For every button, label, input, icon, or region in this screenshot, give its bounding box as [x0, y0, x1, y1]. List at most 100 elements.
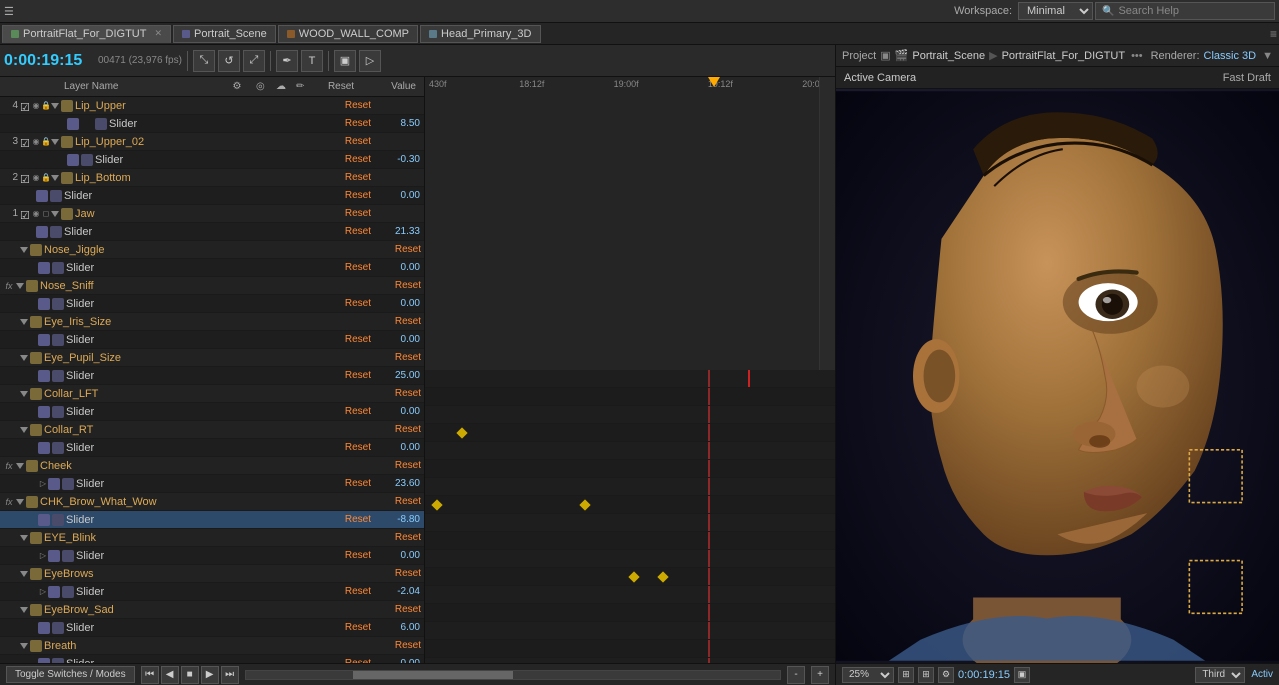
timeline-scrollbar[interactable] [245, 670, 781, 680]
search-box[interactable]: 🔍 Search Help [1095, 2, 1275, 20]
solo-btn[interactable]: ◉ [31, 101, 41, 111]
play-btn[interactable]: ▶ [201, 666, 219, 684]
expand-btn[interactable] [51, 103, 59, 109]
reset-btn[interactable]: Reset [342, 118, 374, 129]
expand-btn[interactable] [51, 211, 59, 217]
expand-btn[interactable] [51, 175, 59, 181]
expand-btn[interactable] [20, 319, 28, 325]
reset-btn[interactable]: Reset [342, 190, 374, 201]
layer-row: 3 ☑ ◉ 🔒 Lip_Upper_02 Reset [0, 133, 424, 151]
lock-btn[interactable]: 🔒 [41, 173, 51, 183]
expand-btn[interactable] [16, 463, 24, 469]
zoom-out-btn[interactable]: - [787, 666, 805, 684]
solo-btn[interactable]: ◉ [31, 209, 41, 219]
reset-btn[interactable]: Reset [342, 406, 374, 417]
keyframe[interactable] [579, 499, 590, 510]
keyframe[interactable] [657, 571, 668, 582]
expand-btn[interactable] [20, 247, 28, 253]
expand-btn[interactable] [20, 571, 28, 577]
stop-btn[interactable]: ■ [181, 666, 199, 684]
preview-btn[interactable]: ▷ [359, 50, 381, 72]
layer-row-selected[interactable]: Slider Reset -8.80 [0, 511, 424, 529]
reset-btn[interactable]: Reset [392, 496, 424, 507]
tab-wood-wall[interactable]: WOOD_WALL_COMP [278, 25, 418, 43]
zoom-in-btn[interactable]: + [811, 666, 829, 684]
solo-btn[interactable]: ◉ [31, 173, 41, 183]
reset-btn[interactable]: Reset [392, 460, 424, 471]
view-select[interactable]: Third Front Side [1195, 667, 1245, 683]
reset-btn[interactable]: Reset [392, 280, 424, 291]
reset-btn[interactable]: Reset [342, 478, 374, 489]
reset-btn[interactable]: Reset [342, 298, 374, 309]
tab-close-0[interactable]: ✕ [154, 28, 162, 39]
reset-btn[interactable]: Reset [392, 388, 424, 399]
expand-btn[interactable] [20, 391, 28, 397]
tab-portraitflat[interactable]: PortraitFlat_For_DIGTUT ✕ [2, 25, 171, 43]
expand-btn[interactable] [20, 643, 28, 649]
reset-btn[interactable]: Reset [392, 244, 424, 255]
comp-breadcrumb-2[interactable]: PortraitFlat_For_DIGTUT [1002, 50, 1125, 62]
reset-btn[interactable]: Reset [342, 514, 374, 525]
workspace-select[interactable]: Minimal Standard [1018, 2, 1093, 20]
reset-btn[interactable]: Reset [342, 154, 374, 165]
reset-btn[interactable]: Reset [342, 136, 374, 147]
renderer-menu-icon[interactable]: ▼ [1262, 50, 1273, 62]
reset-btn[interactable]: Reset [392, 640, 424, 651]
render-btn[interactable]: ▣ [334, 50, 356, 72]
expand-btn[interactable] [16, 499, 24, 505]
pen-tool[interactable]: ✒ [276, 50, 298, 72]
reset-btn[interactable]: Reset [392, 424, 424, 435]
reset-btn[interactable]: Reset [342, 100, 374, 111]
keyframe[interactable] [456, 427, 467, 438]
active-camera-label: Active Camera [844, 72, 916, 84]
reset-btn[interactable]: Reset [342, 172, 374, 183]
reset-btn[interactable]: Reset [392, 568, 424, 579]
expand-btn[interactable] [51, 139, 59, 145]
reset-btn[interactable]: Reset [342, 370, 374, 381]
scale-tool[interactable]: ⤢ [243, 50, 265, 72]
comp-menu-btn[interactable]: ••• [1131, 50, 1143, 62]
solo-btn[interactable]: ◉ [31, 137, 41, 147]
tab-portrait-scene[interactable]: Portrait_Scene [173, 25, 276, 43]
expand-btn[interactable] [20, 427, 28, 433]
reset-btn[interactable]: Reset [392, 316, 424, 327]
reset-btn[interactable]: Reset [342, 550, 374, 561]
lock-btn[interactable]: ◻ [41, 209, 51, 219]
render-preview-btn[interactable]: ▣ [1014, 667, 1030, 683]
scrollbar-thumb[interactable] [353, 671, 513, 679]
reset-btn[interactable]: Reset [342, 262, 374, 273]
reset-btn[interactable]: Reset [342, 622, 374, 633]
toggle-modes-btn[interactable]: Toggle Switches / Modes [6, 666, 135, 683]
zoom-fit-btn[interactable]: ⊞ [898, 667, 914, 683]
tab-head-primary[interactable]: Head_Primary_3D [420, 25, 540, 43]
zoom-select[interactable]: 25% 50% 100% [842, 667, 894, 683]
panel-menu-icon[interactable]: ≡ [1270, 27, 1277, 41]
lock-btn[interactable]: 🔒 [41, 101, 51, 111]
lock-btn[interactable]: 🔒 [41, 137, 51, 147]
expand-btn[interactable] [20, 535, 28, 541]
text-tool[interactable]: T [301, 50, 323, 72]
reset-btn[interactable]: Reset [342, 208, 374, 219]
expand-btn[interactable] [16, 283, 24, 289]
rotate-tool[interactable]: ↺ [218, 50, 240, 72]
next-frame-btn[interactable]: ⏭ [221, 666, 239, 684]
reset-btn[interactable]: Reset [392, 352, 424, 363]
settings-btn[interactable]: ⚙ [938, 667, 954, 683]
h-scrollbar[interactable] [245, 670, 781, 680]
prev-frame-btn[interactable]: ⏮ [141, 666, 159, 684]
reset-btn[interactable]: Reset [342, 442, 374, 453]
keyframe[interactable] [628, 571, 639, 582]
reset-btn[interactable]: Reset [392, 532, 424, 543]
grid-btn[interactable]: ⊞ [918, 667, 934, 683]
reset-btn[interactable]: Reset [342, 586, 374, 597]
reset-btn[interactable]: Reset [342, 226, 374, 237]
expand-btn[interactable] [20, 355, 28, 361]
move-tool[interactable]: ⤡ [193, 50, 215, 72]
play-back-btn[interactable]: ◀ [161, 666, 179, 684]
reset-btn[interactable]: Reset [342, 334, 374, 345]
project-label[interactable]: Project [842, 50, 876, 62]
comp-breadcrumb-1[interactable]: Portrait_Scene [912, 50, 985, 62]
keyframe[interactable] [432, 499, 443, 510]
expand-btn[interactable] [20, 607, 28, 613]
reset-btn[interactable]: Reset [392, 604, 424, 615]
